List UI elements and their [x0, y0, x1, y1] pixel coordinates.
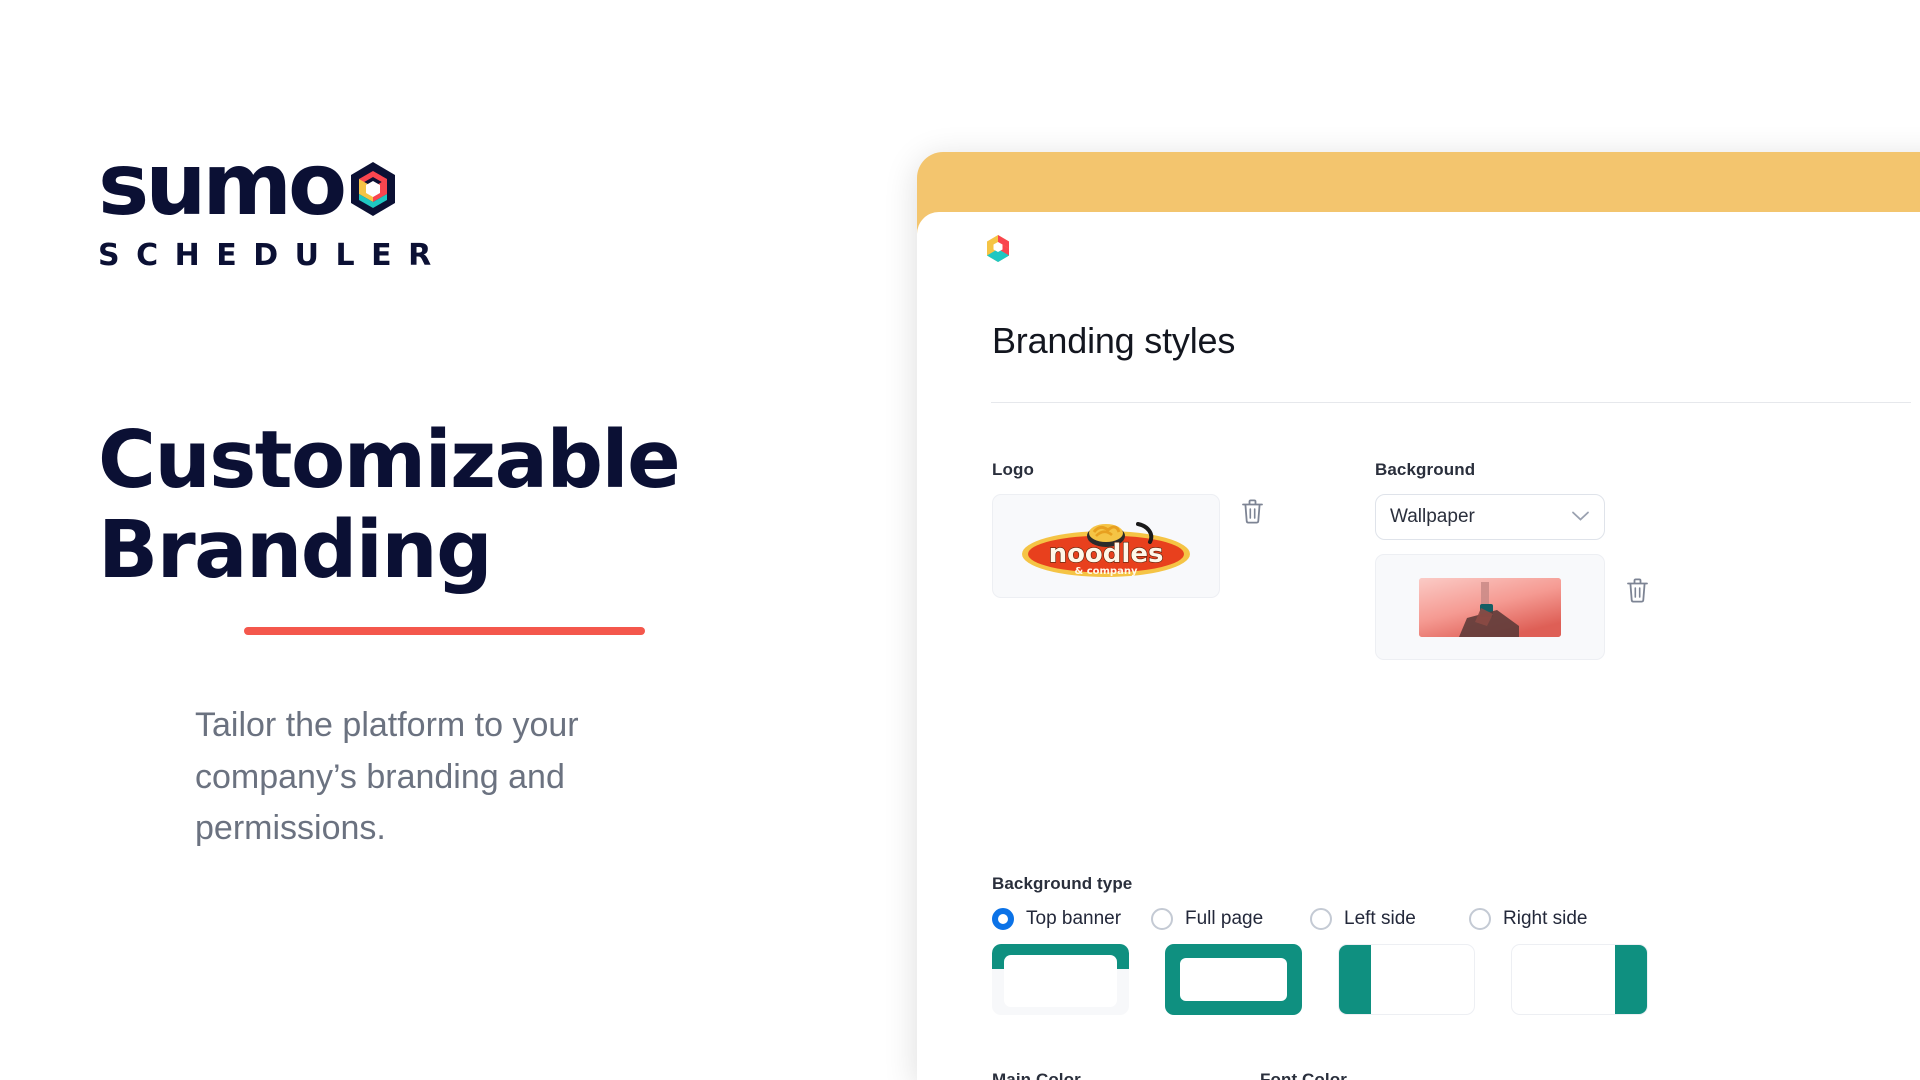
- background-select-value: Wallpaper: [1390, 506, 1475, 527]
- background-type-previews: [992, 944, 1920, 1015]
- background-select[interactable]: Wallpaper: [1375, 494, 1605, 540]
- radio-label: Top banner: [1026, 908, 1122, 929]
- radio-indicator: [992, 908, 1014, 930]
- trash-icon: [1242, 499, 1263, 524]
- logo-label: Logo: [992, 460, 1034, 479]
- preview-right-side[interactable]: [1511, 944, 1648, 1015]
- radio-left-side[interactable]: Left side: [1310, 908, 1469, 930]
- headline-line-2: Branding: [98, 504, 493, 597]
- background-label: Background: [1375, 460, 1476, 479]
- page-root: sumo SCHEDULER Customizable Branding Tai…: [0, 0, 1920, 1080]
- background-type-section: Background type Top banner Full page Lef…: [992, 874, 1920, 1015]
- preview-top-banner[interactable]: [992, 944, 1129, 1015]
- headline-line-1: Customizable: [98, 414, 681, 506]
- hero-subtext: Tailor the platform to your company’s br…: [195, 706, 579, 848]
- panel-title: Branding styles: [992, 320, 1236, 361]
- radio-label: Left side: [1344, 908, 1416, 929]
- preview-left-side[interactable]: [1338, 944, 1475, 1015]
- delete-logo-button[interactable]: [1240, 498, 1265, 530]
- hexagon-logo-icon: [347, 160, 399, 218]
- page-title: Customizable Branding: [98, 415, 798, 595]
- company-logo-image: noodles & company: [1020, 512, 1192, 580]
- radio-right-side[interactable]: Right side: [1469, 908, 1628, 930]
- delete-background-button[interactable]: [1625, 577, 1650, 609]
- company-logo-main-text: noodles: [1049, 539, 1164, 569]
- chevron-down-icon: [1571, 506, 1590, 528]
- radio-label: Full page: [1185, 908, 1264, 929]
- preview-full-page[interactable]: [1165, 944, 1302, 1015]
- radio-top-banner[interactable]: Top banner: [992, 908, 1151, 930]
- brand-logo: sumo SCHEDULER: [98, 135, 448, 273]
- wallpaper-thumbnail: [1419, 577, 1561, 637]
- background-type-label: Background type: [992, 874, 1133, 893]
- radio-label: Right side: [1503, 908, 1588, 929]
- background-type-radiogroup: Top banner Full page Left side Right sid…: [992, 908, 1920, 930]
- brand-wordmark: sumo: [98, 135, 347, 235]
- trash-icon: [1627, 578, 1648, 603]
- background-image-preview[interactable]: [1375, 554, 1605, 660]
- main-color-label: Main Color: [992, 1070, 1081, 1080]
- font-color-label: Font Color: [1260, 1070, 1347, 1080]
- font-color-group: Font Color # 181F30: [1260, 1070, 1484, 1080]
- logo-upload-preview[interactable]: noodles & company: [992, 494, 1220, 598]
- radio-indicator: [1151, 908, 1173, 930]
- company-logo-sub-text: & company: [1075, 566, 1138, 577]
- marketing-panel: sumo SCHEDULER Customizable Branding Tai…: [98, 0, 858, 1080]
- hexagon-favicon-icon: [985, 234, 1011, 263]
- radio-indicator: [1310, 908, 1332, 930]
- logo-section: Logo noodles & company: [992, 460, 1292, 598]
- background-section: Background Wallpaper: [1375, 460, 1875, 660]
- headline-underline: [244, 627, 645, 635]
- radio-full-page[interactable]: Full page: [1151, 908, 1310, 930]
- colors-section: Main Color # 006CE0 Font Color # 181F30: [992, 1070, 1484, 1080]
- main-color-group: Main Color # 006CE0: [992, 1070, 1224, 1080]
- brand-tagline: SCHEDULER: [98, 237, 448, 273]
- radio-indicator: [1469, 908, 1491, 930]
- title-divider: [991, 402, 1911, 403]
- app-window: Branding styles Logo noodles & company B…: [917, 212, 1920, 1080]
- brand-logo-row: sumo: [98, 135, 428, 235]
